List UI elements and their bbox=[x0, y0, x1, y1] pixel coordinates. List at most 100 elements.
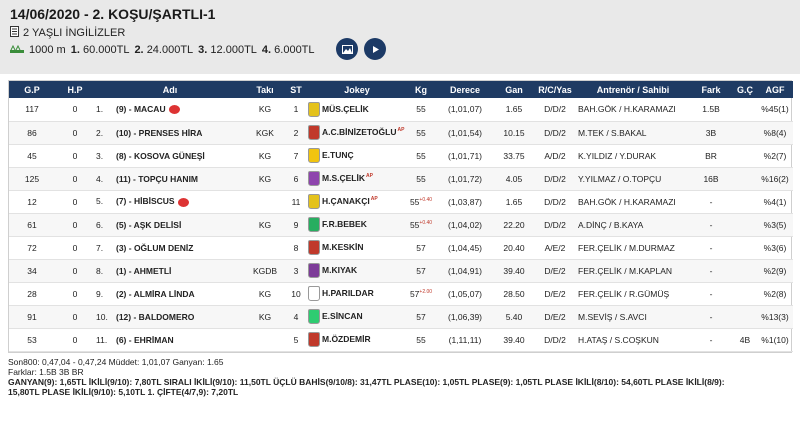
jockey-name-link[interactable]: M.S.ÇELİK bbox=[322, 173, 365, 183]
horse-name-link[interactable]: (1) - AHMETLİ bbox=[116, 266, 171, 276]
cell-rcy: D/D/2 bbox=[544, 196, 566, 207]
col-header-gan[interactable]: Gan bbox=[495, 81, 533, 98]
horse-name-link[interactable]: (10) - PRENSES HİRA bbox=[116, 128, 202, 138]
horse-name-link[interactable]: (5) - AŞK DELİSİ bbox=[116, 220, 181, 230]
cell-trainer[interactable]: M.SEVİŞ / S.AVCI bbox=[577, 305, 689, 328]
horse-name-link[interactable]: (12) - BALDOMERO bbox=[116, 312, 194, 322]
jockey-name-link[interactable]: E.TUNÇ bbox=[322, 150, 354, 160]
jockey-name-link[interactable]: H.ÇANAKÇI bbox=[322, 196, 370, 206]
cell-gp: 125 bbox=[24, 173, 40, 184]
weight-value: 57 bbox=[416, 265, 426, 276]
cell-trainer[interactable]: FER.ÇELİK / R.GÜMÜŞ bbox=[577, 282, 689, 305]
footer-payouts: GANYAN(9): 1,65TL İKİLİ(9/10): 7,80TL SI… bbox=[8, 376, 725, 387]
col-header-trainer[interactable]: Antrenör / Sahibi bbox=[577, 81, 689, 98]
cell-st: 10 bbox=[291, 288, 301, 299]
cell-taki: KG bbox=[258, 150, 272, 161]
cell-hp: 0 bbox=[72, 127, 78, 138]
col-header-gc[interactable]: G.Ç bbox=[733, 81, 757, 98]
col-header-taki[interactable]: Takı bbox=[245, 81, 285, 98]
table-row[interactable]: 125 0 4. (11) - TOPÇU HANIM KG 6 M.S.ÇELİKAP 55… bbox=[9, 167, 793, 190]
horse-name-link[interactable]: (8) - KOSOVA GÜNEŞİ bbox=[116, 151, 205, 161]
cell-fark: - bbox=[709, 265, 713, 276]
cell-trainer[interactable]: FER.ÇELİK / M.DURMAZ bbox=[577, 236, 689, 259]
col-header-agf[interactable]: AGF bbox=[757, 81, 793, 98]
table-row[interactable]: 53 0 11. (6) - EHRİMAN 5 M.ÖZDEMİR 55 (1,11,11)… bbox=[9, 328, 793, 351]
col-header-name[interactable]: Adı bbox=[95, 81, 245, 98]
table-row[interactable]: 12 0 5. (7) - HİBİSCUS 11 H.ÇANAKÇIAP 55+0.40(… bbox=[9, 190, 793, 213]
finish-rank: 3. bbox=[96, 150, 104, 161]
col-header-hp[interactable]: H.P bbox=[55, 81, 95, 98]
table-row[interactable]: 45 0 3. (8) - KOSOVA GÜNEŞİ KG 7 E.TUNÇ 55 (1,01… bbox=[9, 144, 793, 167]
jockey-name-link[interactable]: A.C.BİNİZETOĞLU bbox=[322, 127, 396, 137]
cell-derece: (1,03,87) bbox=[447, 196, 483, 207]
horse-name-link[interactable]: (6) - EHRİMAN bbox=[116, 335, 174, 345]
apprentice-tag: AP bbox=[370, 195, 378, 202]
horse-name-link[interactable]: (3) - OĞLUM DENİZ bbox=[116, 243, 193, 253]
weight-value: 55 bbox=[409, 219, 420, 230]
col-header-rcy[interactable]: R/C/Yas bbox=[533, 81, 577, 98]
jockey-name-link[interactable]: MÜS.ÇELİK bbox=[322, 104, 369, 114]
jockey-name-link[interactable]: M.ÖZDEMİR bbox=[322, 334, 371, 344]
jockey-name-link[interactable]: M.KIYAK bbox=[322, 265, 357, 275]
table-row[interactable]: 61 0 6. (5) - AŞK DELİSİ KG 9 F.R.BEBEK 55+0.40… bbox=[9, 213, 793, 236]
cell-gan: 39.40 bbox=[503, 265, 525, 276]
table-row[interactable]: 91 0 10. (12) - BALDOMERO KG 4 E.SİNCAN 57 (1,06… bbox=[9, 305, 793, 328]
jockey-silks-icon bbox=[308, 332, 320, 347]
col-header-fark[interactable]: Fark bbox=[689, 81, 733, 98]
jockey-name-link[interactable]: M.KESKİN bbox=[322, 242, 364, 252]
cell-hp: 0 bbox=[72, 265, 78, 276]
cell-agf: %16(2) bbox=[761, 173, 789, 184]
cell-st: 8 bbox=[293, 242, 299, 253]
jockey-name-link[interactable]: F.R.BEBEK bbox=[322, 219, 367, 229]
cell-gc bbox=[733, 282, 757, 305]
cell-agf: %13(3) bbox=[761, 311, 789, 322]
cell-derece: (1,04,45) bbox=[447, 242, 483, 253]
cell-trainer[interactable]: M.TEK / S.BAKAL bbox=[577, 121, 689, 144]
cell-trainer[interactable]: FER.ÇELİK / M.KAPLAN bbox=[577, 259, 689, 282]
camera-icon[interactable] bbox=[336, 38, 358, 60]
jockey-name-link[interactable]: E.SİNCAN bbox=[322, 311, 363, 321]
cell-taki: KGK bbox=[256, 127, 274, 138]
cell-jokey: H.PARILDAR bbox=[307, 282, 407, 305]
cell-horse-name: 7. (3) - OĞLUM DENİZ bbox=[95, 236, 245, 259]
cell-hp: 0 bbox=[72, 288, 78, 299]
cell-jokey: F.R.BEBEK bbox=[307, 213, 407, 236]
cell-trainer[interactable]: Y.YILMAZ / O.TOPÇU bbox=[577, 167, 689, 190]
horse-name-link[interactable]: (11) - TOPÇU HANIM bbox=[116, 174, 198, 184]
cell-trainer[interactable]: A.DİNÇ / B.KAYA bbox=[577, 213, 689, 236]
table-row[interactable]: 86 0 2. (10) - PRENSES HİRA KGK 2 A.C.BİNİZETO… bbox=[9, 121, 793, 144]
col-header-st[interactable]: ST bbox=[285, 81, 307, 98]
cell-fark: - bbox=[709, 242, 713, 253]
cell-trainer[interactable]: H.ATAŞ / S.COŞKUN bbox=[577, 328, 689, 351]
table-row[interactable]: 72 0 7. (3) - OĞLUM DENİZ 8 M.KESKİN 57 (1,04,4… bbox=[9, 236, 793, 259]
jockey-name-link[interactable]: H.PARILDAR bbox=[322, 288, 374, 298]
col-header-derece[interactable]: Derece bbox=[435, 81, 495, 98]
cell-kg: 55 bbox=[407, 121, 435, 144]
cell-derece: (1,06,39) bbox=[447, 311, 483, 322]
cell-horse-name: 6. (5) - AŞK DELİSİ bbox=[95, 213, 245, 236]
col-header-jokey[interactable]: Jokey bbox=[307, 81, 407, 98]
cell-st: 3 bbox=[293, 265, 299, 276]
col-header-kg[interactable]: Kg bbox=[407, 81, 435, 98]
table-row[interactable]: 34 0 8. (1) - AHMETLİ KGDB 3 M.KIYAK 57 (1,04,91… bbox=[9, 259, 793, 282]
prize-3: 3. 12.000TL bbox=[198, 44, 257, 56]
play-icon[interactable] bbox=[364, 38, 386, 60]
cell-st: 2 bbox=[293, 127, 299, 138]
cell-st: 4 bbox=[293, 311, 299, 322]
horse-name-link[interactable]: (7) - HİBİSCUS bbox=[116, 196, 175, 206]
cell-gc bbox=[733, 98, 757, 121]
cell-rcy: D/D/2 bbox=[544, 334, 566, 345]
table-row[interactable]: 117 0 1. (9) - MACAU KG 1 MÜS.ÇELİK 55 (1,01,07)… bbox=[9, 98, 793, 121]
cell-taki: KG bbox=[258, 288, 272, 299]
cell-trainer[interactable]: BAH.GÖK / H.KARAMAZI bbox=[577, 98, 689, 121]
cell-derece: (1,01,07) bbox=[447, 104, 483, 115]
cell-taki bbox=[245, 236, 285, 259]
table-row[interactable]: 28 0 9. (2) - ALMİRA LİNDA KG 10 H.PARILDAR 57+… bbox=[9, 282, 793, 305]
cell-trainer[interactable]: BAH.GÖK / H.KARAMAZI bbox=[577, 190, 689, 213]
col-header-gp[interactable]: G.P bbox=[9, 81, 55, 98]
cell-st: 5 bbox=[293, 334, 299, 345]
cell-trainer[interactable]: K.YILDIZ / Y.DURAK bbox=[577, 144, 689, 167]
horse-name-link[interactable]: (9) - MACAU bbox=[116, 104, 166, 114]
cell-jokey: M.KESKİN bbox=[307, 236, 407, 259]
horse-name-link[interactable]: (2) - ALMİRA LİNDA bbox=[116, 289, 195, 299]
